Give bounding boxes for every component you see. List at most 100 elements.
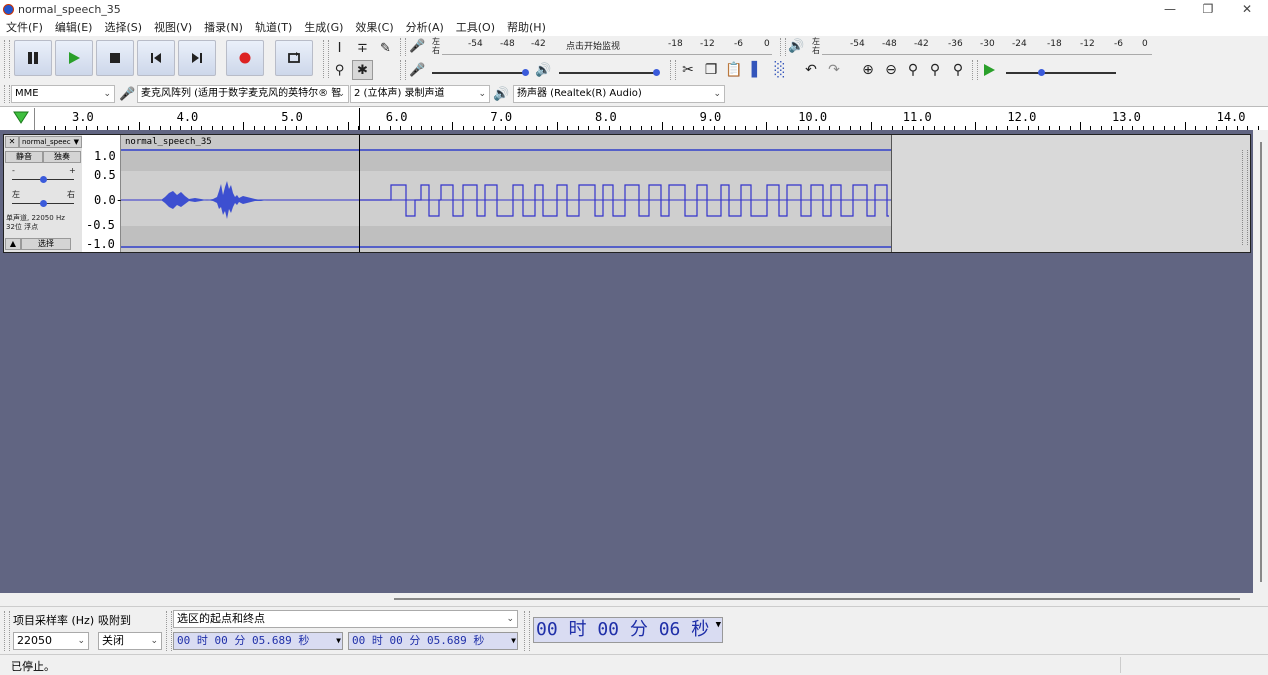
- time-toolbar-grip[interactable]: [524, 611, 530, 651]
- stop-button[interactable]: [96, 40, 134, 76]
- record-button[interactable]: [226, 40, 264, 76]
- menu-transport[interactable]: 播录(N): [198, 19, 249, 36]
- menu-edit[interactable]: 编辑(E): [49, 19, 99, 36]
- selection-mode-select[interactable]: 选区的起点和终点 ⌄: [173, 610, 518, 628]
- rec-tick: 0: [764, 39, 770, 49]
- record-meter[interactable]: -54 -48 -42 点击开始监视 -18 -12 -6 0: [442, 38, 772, 55]
- menu-analyze[interactable]: 分析(A): [400, 19, 450, 36]
- select-tool-icon[interactable]: I: [329, 38, 350, 58]
- menu-view[interactable]: 视图(V): [148, 19, 198, 36]
- output-device-select[interactable]: 扬声器 (Realtek(R) Audio) ⌄: [513, 85, 725, 103]
- redo-icon[interactable]: ↷: [823, 59, 845, 81]
- draw-tool-icon[interactable]: ✎: [375, 38, 396, 58]
- record-meter-grip[interactable]: [400, 38, 406, 56]
- pan-knob[interactable]: [40, 200, 47, 207]
- speaker-icon[interactable]: 🔊: [786, 36, 807, 56]
- selection-start-time[interactable]: 00 时 00 分 05.689 秒 ▼: [173, 632, 343, 650]
- selection-mode-grip[interactable]: [166, 611, 172, 651]
- vertical-scroll-thumb[interactable]: [1260, 142, 1262, 582]
- track-format-bits: 32位 浮点: [6, 223, 39, 231]
- menu-generate[interactable]: 生成(G): [298, 19, 349, 36]
- restore-button[interactable]: ❐: [1193, 1, 1223, 18]
- menu-select[interactable]: 选择(S): [98, 19, 148, 36]
- fit-selection-icon[interactable]: ⚲: [902, 59, 924, 81]
- vertical-ruler: 1.0 0.5 0.0- -0.5 -1.0: [82, 135, 123, 252]
- selection-grip[interactable]: [4, 611, 10, 651]
- selection-end-time[interactable]: 00 时 00 分 05.689 秒 ▼: [348, 632, 518, 650]
- mute-button[interactable]: 静音: [5, 151, 43, 163]
- close-button[interactable]: ✕: [1232, 1, 1262, 18]
- snap-to-select[interactable]: 关闭 ⌄: [98, 632, 162, 650]
- clip-name[interactable]: normal_speech_35: [125, 137, 212, 147]
- menu-help[interactable]: 帮助(H): [501, 19, 552, 36]
- mixer-grip[interactable]: [400, 60, 406, 80]
- loop-button[interactable]: [275, 40, 313, 76]
- fit-project-icon[interactable]: ⚲: [924, 59, 946, 81]
- microphone-icon[interactable]: 🎤: [407, 36, 428, 56]
- audio-host-select[interactable]: MME ⌄: [11, 85, 115, 103]
- pause-button[interactable]: [14, 40, 52, 76]
- status-divider: [1120, 657, 1121, 673]
- menu-tracks[interactable]: 轨道(T): [249, 19, 298, 36]
- playback-volume-slider[interactable]: [559, 72, 659, 74]
- caret-down-icon[interactable]: ▼: [336, 633, 341, 649]
- zoom-tool-icon[interactable]: ⚲: [329, 60, 350, 80]
- rec-tick: -48: [500, 39, 515, 49]
- silence-icon[interactable]: ░: [769, 59, 791, 81]
- vscale-label: -1.0: [86, 237, 115, 251]
- skip-end-button[interactable]: [178, 40, 216, 76]
- edit-grip[interactable]: [670, 60, 676, 80]
- cut-icon[interactable]: ✂: [677, 59, 699, 81]
- track-close-icon[interactable]: ✕: [5, 136, 19, 148]
- track-name-menu[interactable]: normal_speec ▼: [19, 136, 82, 148]
- trim-icon[interactable]: ▌: [746, 59, 768, 81]
- menu-tools[interactable]: 工具(O): [450, 19, 501, 36]
- zoom-out-icon[interactable]: ⊖: [880, 59, 902, 81]
- project-rate-select[interactable]: 22050 ⌄: [13, 632, 89, 650]
- gain-knob[interactable]: [40, 176, 47, 183]
- play-speed-knob[interactable]: [1038, 69, 1045, 76]
- collapse-track-icon[interactable]: ▲: [5, 238, 21, 250]
- zoom-in-icon[interactable]: ⊕: [857, 59, 879, 81]
- track-resize-grip[interactable]: [1242, 150, 1248, 245]
- timeline-ruler[interactable]: 3.0 4.0 5.0 6.0 7.0 8.0 9.0 10.0 11.0 12.0 13.0 14.…: [0, 106, 1268, 131]
- copy-icon[interactable]: ❐: [700, 59, 722, 81]
- zoom-toggle-icon[interactable]: ⚲: [947, 59, 969, 81]
- input-device-select[interactable]: 麦克风阵列 (适用于数字麦克风的英特尔® 智 ⌄: [137, 85, 349, 103]
- ruler-tick: [452, 122, 454, 130]
- playback-volume-knob[interactable]: [653, 69, 660, 76]
- undo-icon[interactable]: ↶: [800, 59, 822, 81]
- transport-grip[interactable]: [4, 40, 10, 78]
- pause-icon: [28, 52, 38, 64]
- paste-icon[interactable]: 📋: [723, 59, 745, 81]
- minimize-button[interactable]: —: [1155, 1, 1185, 18]
- play-meter[interactable]: -54 -48 -42 -36 -30 -24 -18 -12 -6 0: [822, 38, 1152, 55]
- device-grip[interactable]: [4, 85, 10, 103]
- solo-button[interactable]: 独奏: [43, 151, 81, 163]
- playback-volume-icon: 🔊: [535, 62, 552, 78]
- caret-down-icon[interactable]: ▼: [716, 618, 721, 632]
- chevron-down-icon: ⌄: [506, 614, 514, 624]
- play-tick: -12: [1080, 39, 1095, 49]
- track-select-button[interactable]: 选择: [21, 238, 71, 250]
- menu-file[interactable]: 文件(F): [0, 19, 49, 36]
- channels-select[interactable]: 2 (立体声) 录制声道 ⌄: [350, 85, 490, 103]
- horizontal-scrollbar[interactable]: [0, 593, 1268, 605]
- play-head-marker-icon[interactable]: [12, 110, 32, 126]
- audio-position-display[interactable]: 00 时 00 分 06 秒 ▼: [533, 617, 723, 643]
- rec-tick: -6: [734, 39, 743, 49]
- vertical-scrollbar[interactable]: [1253, 130, 1268, 593]
- horizontal-scroll-thumb[interactable]: [394, 598, 1240, 600]
- multi-tool-icon[interactable]: ✱: [352, 60, 373, 80]
- envelope-tool-icon[interactable]: ∓: [352, 38, 373, 58]
- play-speed-slider[interactable]: [1006, 72, 1116, 74]
- waveform-area[interactable]: [121, 149, 891, 248]
- record-volume-knob[interactable]: [522, 69, 529, 76]
- caret-down-icon[interactable]: ▼: [511, 633, 516, 649]
- menu-effect[interactable]: 效果(C): [349, 19, 399, 36]
- play-at-speed-button[interactable]: [978, 59, 1000, 81]
- record-meter-click-text[interactable]: 点击开始监视: [566, 39, 620, 52]
- play-button[interactable]: [55, 40, 93, 76]
- record-volume-slider[interactable]: [432, 72, 528, 74]
- skip-start-button[interactable]: [137, 40, 175, 76]
